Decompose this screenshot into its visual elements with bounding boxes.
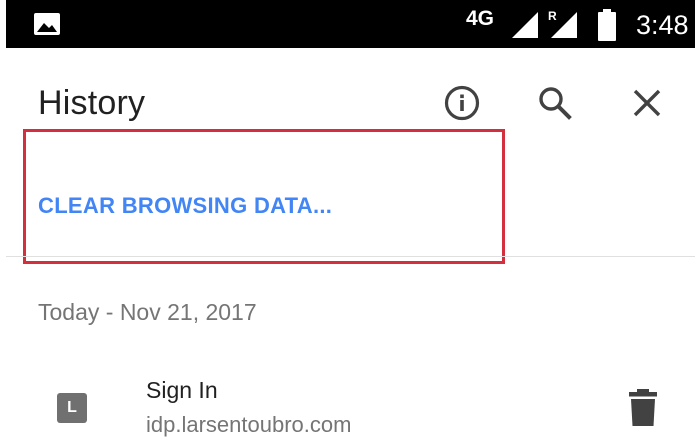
divider (6, 256, 695, 257)
info-button[interactable] (442, 83, 482, 123)
site-favicon: L (57, 393, 87, 423)
gallery-icon (34, 13, 60, 35)
delete-history-item-button[interactable] (623, 386, 663, 430)
history-item-url: idp.larsentoubro.com (146, 412, 352, 437)
battery-icon (598, 9, 616, 41)
roaming-indicator: R (548, 9, 557, 23)
trash-icon (629, 389, 657, 426)
clear-browsing-data-button[interactable]: CLEAR BROWSING DATA... (38, 193, 332, 219)
date-header: Today - Nov 21, 2017 (38, 299, 257, 325)
history-item-title: Sign In (146, 377, 218, 403)
clock: 3:48 (636, 10, 689, 40)
signal-icon (512, 12, 538, 38)
search-icon (539, 87, 572, 120)
network-type: 4G (466, 7, 495, 30)
page-title: History (38, 84, 146, 122)
history-item[interactable]: L Sign In idp.larsentoubro.com (6, 360, 695, 444)
close-icon (633, 89, 661, 117)
info-icon (444, 85, 480, 121)
close-button[interactable] (627, 83, 667, 123)
search-button[interactable] (535, 83, 575, 123)
status-bar: 4G R 3:48 (6, 0, 695, 48)
